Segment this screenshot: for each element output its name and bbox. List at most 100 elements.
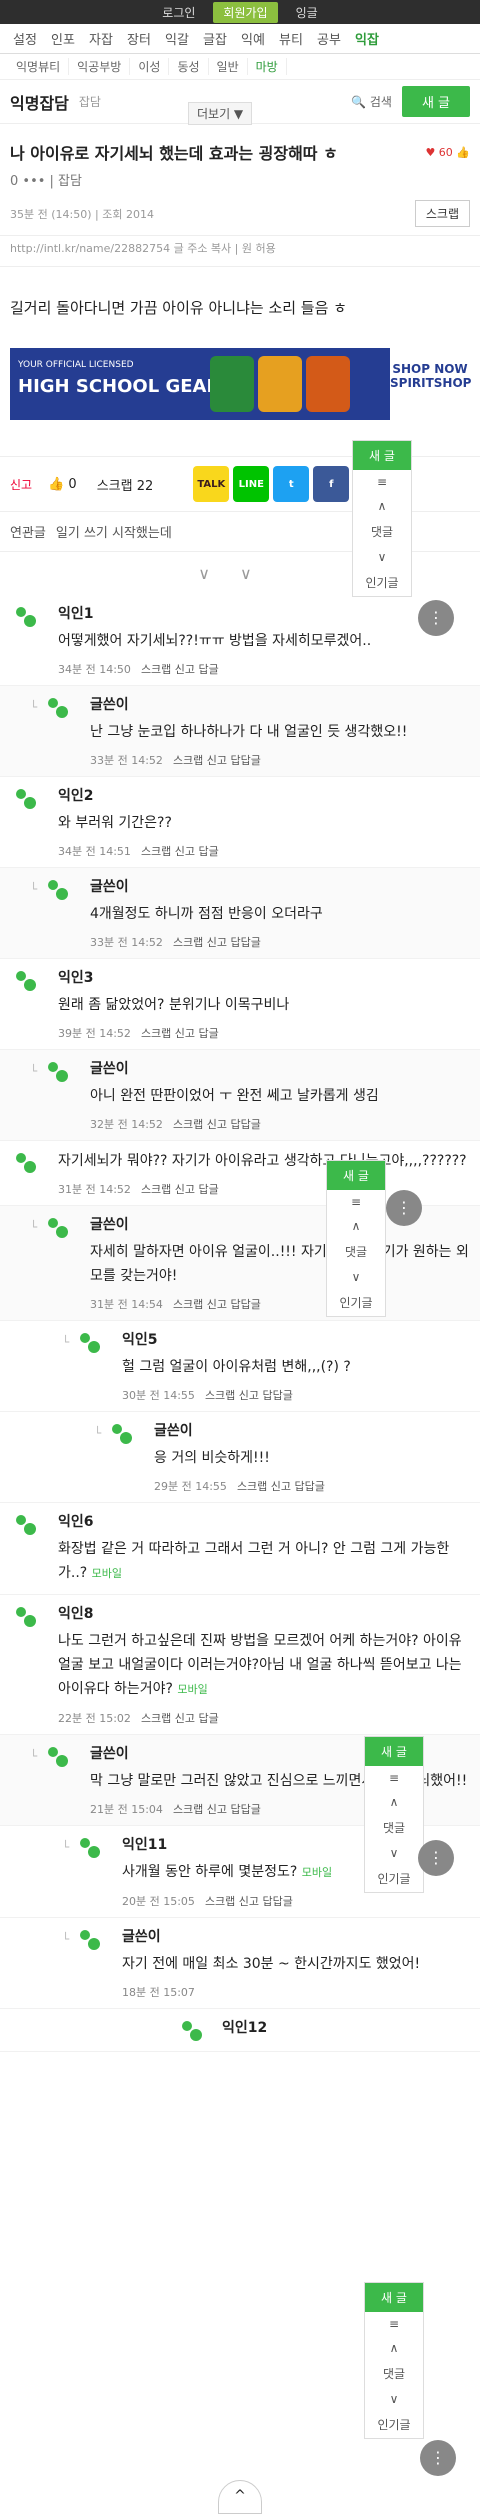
- facebook-icon[interactable]: f: [313, 466, 350, 502]
- board-name[interactable]: 익명잡담: [10, 90, 69, 114]
- recommend-count[interactable]: ♥ 60 👍: [425, 146, 470, 159]
- cat-item[interactable]: 장터: [120, 29, 158, 48]
- comment-actions[interactable]: 스크랩 신고 답글: [141, 1712, 219, 1725]
- comment-actions[interactable]: 스크랩 신고 답답글: [173, 1298, 261, 1311]
- comment-actions[interactable]: 스크랩 신고 답글: [141, 1183, 219, 1196]
- cat-item[interactable]: 뷰티: [272, 29, 310, 48]
- subcat-item[interactable]: 마방: [248, 58, 287, 75]
- scroll-up-icon[interactable]: ∧: [365, 1790, 423, 1814]
- cat-item[interactable]: 글잡: [196, 29, 234, 48]
- cat-item-active[interactable]: 익잡: [348, 29, 386, 48]
- more-options-icon[interactable]: ⋮: [386, 1190, 422, 1226]
- comments-button[interactable]: 댓글: [365, 2360, 423, 2387]
- report-button[interactable]: 신고: [10, 476, 32, 493]
- english-link[interactable]: 잉글: [286, 2, 328, 23]
- new-post-button[interactable]: 새 글: [365, 2283, 423, 2312]
- comment-nick[interactable]: 익인6: [58, 1511, 470, 1531]
- popular-button[interactable]: 인기글: [327, 1289, 385, 1316]
- comment-nick[interactable]: 글쓴이: [90, 1058, 470, 1078]
- comment-actions[interactable]: 스크랩 신고 답글: [141, 845, 219, 858]
- login-link[interactable]: 로그인: [152, 2, 205, 23]
- cat-item[interactable]: 인포: [44, 29, 82, 48]
- comment-nick[interactable]: 글쓴이: [90, 876, 470, 896]
- search-button[interactable]: 🔍 검색: [351, 93, 392, 110]
- write-button[interactable]: 새 글: [401, 86, 470, 117]
- comment-nick[interactable]: 익인8: [58, 1603, 470, 1623]
- comment-actions[interactable]: 스크랩 신고 답답글: [173, 1118, 261, 1131]
- subcat-item[interactable]: 이성: [130, 58, 170, 75]
- line-icon[interactable]: LINE: [233, 466, 270, 502]
- kakaotalk-icon[interactable]: TALK: [193, 466, 230, 502]
- shop-now-button[interactable]: SHOP NOW SPIRITSHOP: [390, 348, 471, 420]
- comment-actions[interactable]: 스크랩 신고 답글: [141, 1027, 219, 1040]
- subcat-item[interactable]: 익명뷰티: [8, 58, 70, 75]
- comment-actions[interactable]: 스크랩 신고 답답글: [173, 1803, 261, 1816]
- comment-nick[interactable]: 익인3: [58, 967, 470, 987]
- reply-arrow-icon: └: [62, 1932, 70, 1946]
- scroll-up-icon[interactable]: ∧: [353, 494, 411, 518]
- subcat-item[interactable]: 익공부방: [69, 58, 131, 75]
- subcat-item[interactable]: 일반: [209, 58, 248, 75]
- more-options-icon[interactable]: ⋮: [418, 600, 454, 636]
- like-button[interactable]: 👍 0: [48, 477, 77, 492]
- more-dropdown[interactable]: 더보기 ▼: [188, 102, 253, 125]
- comment-actions[interactable]: 스크랩 신고 답답글: [173, 936, 261, 949]
- avatar-icon: [14, 1513, 40, 1539]
- scroll-down-icon[interactable]: ∨: [353, 545, 411, 569]
- comment-actions[interactable]: 스크랩 신고 답답글: [205, 1895, 293, 1908]
- twitter-icon[interactable]: t: [273, 466, 310, 502]
- comment-nick[interactable]: 글쓴이: [122, 1926, 470, 1946]
- popular-button[interactable]: 인기글: [365, 1865, 423, 1892]
- popular-button[interactable]: 인기글: [365, 2411, 423, 2438]
- comment-nick[interactable]: 글쓴이: [90, 694, 470, 714]
- list-icon[interactable]: ≡: [353, 470, 411, 494]
- shirt-image: [258, 356, 302, 412]
- like-count: 0: [68, 476, 77, 492]
- scroll-up-icon[interactable]: ∧: [327, 1214, 385, 1238]
- more-options-icon[interactable]: ⋮: [420, 2440, 456, 2476]
- list-icon[interactable]: ≡: [327, 1190, 385, 1214]
- new-post-button[interactable]: 새 글: [365, 1737, 423, 1766]
- comment-text: 자기세뇌가 뭐야?? 자기가 아이유라고 생각하고 다니는고야,,,,?????…: [58, 1153, 467, 1169]
- comments-button[interactable]: 댓글: [365, 1814, 423, 1841]
- comment-actions[interactable]: 스크랩 신고 답답글: [173, 754, 261, 767]
- scroll-top-button[interactable]: ^: [218, 2480, 262, 2514]
- comment-nick[interactable]: 익인5: [122, 1329, 470, 1349]
- scroll-up-icon[interactable]: ∧: [365, 2336, 423, 2360]
- new-post-button[interactable]: 새 글: [353, 441, 411, 470]
- comment-actions[interactable]: 스크랩 신고 답답글: [237, 1480, 325, 1493]
- comments-button[interactable]: 댓글: [327, 1238, 385, 1265]
- scrap-count[interactable]: 스크랩 22: [97, 475, 154, 494]
- cat-item[interactable]: 공부: [310, 29, 348, 48]
- cat-item[interactable]: 익갈: [158, 29, 196, 48]
- comment-time: 20분 전 15:05: [122, 1895, 195, 1908]
- comment-text: 나도 그런거 하고싶은데 진짜 방법을 모르겠어 어케 하는거야? 아이유 얼굴…: [58, 1629, 470, 1702]
- popular-button[interactable]: 인기글: [353, 569, 411, 596]
- scrap-button[interactable]: 스크랩: [414, 200, 470, 227]
- avatar-icon: [110, 1422, 136, 1448]
- join-button[interactable]: 회원가입: [213, 1, 278, 23]
- comment-nick[interactable]: 익인12: [222, 2017, 470, 2037]
- mobile-badge: 모바일: [301, 1866, 333, 1879]
- list-icon[interactable]: ≡: [365, 2312, 423, 2336]
- comments-button[interactable]: 댓글: [353, 518, 411, 545]
- more-options-icon[interactable]: ⋮: [418, 1840, 454, 1876]
- scroll-down-icon[interactable]: ∨: [365, 1841, 423, 1865]
- comment-actions[interactable]: 스크랩 신고 답글: [141, 663, 219, 676]
- new-post-button[interactable]: 새 글: [327, 1161, 385, 1190]
- cat-item[interactable]: 자잡: [82, 29, 120, 48]
- comment-nick[interactable]: 글쓴이: [154, 1420, 470, 1440]
- comment-nick[interactable]: 익인1: [58, 603, 470, 623]
- comment-nick[interactable]: 익인2: [58, 785, 470, 805]
- ad-banner[interactable]: YOUR OFFICIAL LICENSED HIGH SCHOOL GEAR …: [10, 348, 471, 420]
- list-icon[interactable]: ≡: [365, 1766, 423, 1790]
- cat-item[interactable]: 설정: [6, 29, 44, 48]
- subcat-item[interactable]: 동성: [169, 58, 209, 75]
- comment-actions[interactable]: 스크랩 신고 답답글: [205, 1389, 293, 1402]
- scroll-down-icon[interactable]: ∨: [365, 2387, 423, 2411]
- post-url[interactable]: http://intl.kr/name/22882754 글 주소 복사 | 원…: [0, 236, 480, 267]
- comment-meta: 20분 전 15:05 스크랩 신고 답답글: [122, 1893, 470, 1909]
- related-item[interactable]: 일기 쓰기 시작했는데: [56, 522, 172, 541]
- cat-item[interactable]: 익예: [234, 29, 272, 48]
- scroll-down-icon[interactable]: ∨: [327, 1265, 385, 1289]
